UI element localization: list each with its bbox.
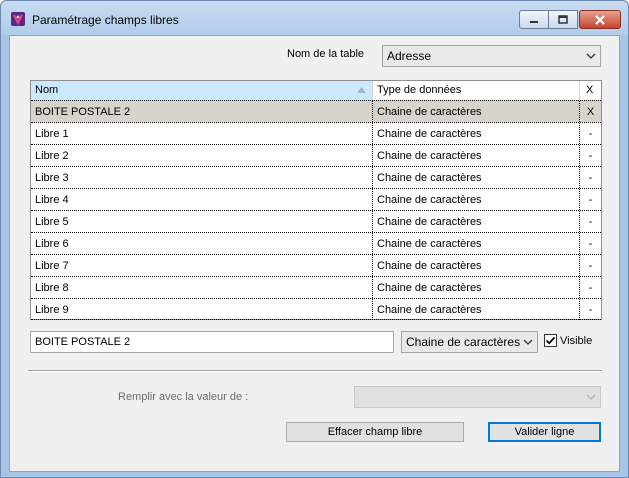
- cell-visible: -: [588, 150, 593, 162]
- table-row[interactable]: Libre 2 Chaine de caractères -: [31, 144, 601, 166]
- clear-field-button[interactable]: Effacer champ libre: [286, 422, 464, 442]
- table-name-label: Nom de la table: [287, 48, 365, 60]
- table-row[interactable]: Libre 9 Chaine de caractères -: [31, 298, 601, 320]
- cell-type: Chaine de caractères: [373, 167, 580, 188]
- cell-nom: Libre 5: [31, 211, 373, 232]
- table-row[interactable]: Libre 3 Chaine de caractères -: [31, 166, 601, 188]
- close-button[interactable]: [579, 10, 621, 29]
- cell-nom: BOITE POSTALE 2: [31, 101, 373, 122]
- cell-type: Chaine de caractères: [373, 123, 580, 144]
- cell-nom: Libre 7: [31, 255, 373, 276]
- column-header-label: Nom: [35, 84, 59, 96]
- app-icon: [11, 12, 25, 26]
- cell-nom: Libre 9: [31, 299, 373, 320]
- cell-type: Chaine de caractères: [373, 299, 580, 320]
- table-name-dropdown[interactable]: Adresse: [382, 45, 601, 67]
- cell-type: Chaine de caractères: [373, 101, 580, 122]
- validate-line-button[interactable]: Valider ligne: [488, 422, 601, 442]
- close-icon: [595, 14, 605, 25]
- column-header-visible[interactable]: X: [580, 81, 601, 100]
- data-type-value: Chaine de caractères: [406, 335, 521, 349]
- cell-type: Chaine de caractères: [373, 255, 580, 276]
- table-row[interactable]: Libre 6 Chaine de caractères -: [31, 232, 601, 254]
- checkmark-icon: [545, 336, 556, 345]
- cell-type: Chaine de caractères: [373, 277, 580, 298]
- minimize-icon: [530, 20, 538, 23]
- cell-visible: -: [588, 238, 593, 250]
- cell-visible: -: [588, 282, 593, 294]
- separator: [28, 370, 602, 372]
- fill-value-dropdown[interactable]: [354, 386, 601, 408]
- cell-nom: Libre 4: [31, 189, 373, 210]
- cell-nom: Libre 6: [31, 233, 373, 254]
- cell-nom: Libre 3: [31, 167, 373, 188]
- window-title: Paramétrage champs libres: [32, 13, 179, 27]
- column-header-label: X: [586, 84, 594, 96]
- fields-grid[interactable]: Nom Type de données X BOITE POSTALE 2 Ch…: [30, 80, 602, 320]
- table-row[interactable]: Libre 1 Chaine de caractères -: [31, 122, 601, 144]
- sort-ascending-icon: [357, 87, 366, 93]
- field-name-value: BOITE POSTALE 2: [35, 336, 131, 348]
- maximize-button[interactable]: [549, 10, 578, 29]
- maximize-icon: [558, 14, 568, 24]
- minimize-button[interactable]: [519, 10, 549, 29]
- cell-visible: X: [586, 106, 595, 118]
- data-type-dropdown[interactable]: Chaine de caractères: [401, 331, 538, 353]
- cell-type: Chaine de caractères: [373, 233, 580, 254]
- column-header-type[interactable]: Type de données: [373, 81, 580, 100]
- table-row[interactable]: Libre 5 Chaine de caractères -: [31, 210, 601, 232]
- cell-nom: Libre 2: [31, 145, 373, 166]
- table-row[interactable]: BOITE POSTALE 2 Chaine de caractères X: [31, 100, 601, 122]
- dialog-body: Nom de la table Adresse Nom Type de donn…: [9, 35, 620, 472]
- cell-type: Chaine de caractères: [373, 211, 580, 232]
- table-name-value: Adresse: [387, 49, 432, 63]
- cell-type: Chaine de caractères: [373, 189, 580, 210]
- column-header-label: Type de données: [377, 84, 462, 96]
- chevron-down-icon: [586, 53, 596, 59]
- chevron-down-icon: [523, 339, 533, 345]
- grid-header: Nom Type de données X: [31, 81, 601, 100]
- cell-visible: -: [588, 172, 593, 184]
- cell-visible: -: [588, 194, 593, 206]
- visible-checkbox[interactable]: [544, 334, 557, 347]
- table-row[interactable]: Libre 7 Chaine de caractères -: [31, 254, 601, 276]
- cell-visible: -: [588, 128, 593, 140]
- dialog-window: Paramétrage champs libres Nom de la tabl…: [0, 0, 629, 478]
- cell-type: Chaine de caractères: [373, 145, 580, 166]
- table-row[interactable]: Libre 8 Chaine de caractères -: [31, 276, 601, 298]
- cell-nom: Libre 1: [31, 123, 373, 144]
- cell-visible: -: [588, 216, 593, 228]
- table-row[interactable]: Libre 4 Chaine de caractères -: [31, 188, 601, 210]
- cell-visible: -: [588, 260, 593, 272]
- column-header-nom[interactable]: Nom: [31, 81, 373, 100]
- visible-label: Visible: [560, 335, 593, 347]
- cell-visible: -: [588, 304, 593, 316]
- field-name-input[interactable]: BOITE POSTALE 2: [30, 331, 394, 353]
- chevron-down-icon: [586, 394, 596, 400]
- title-bar[interactable]: Paramétrage champs libres: [1, 1, 628, 35]
- fill-value-label: Remplir avec la valeur de :: [118, 391, 249, 403]
- cell-nom: Libre 8: [31, 277, 373, 298]
